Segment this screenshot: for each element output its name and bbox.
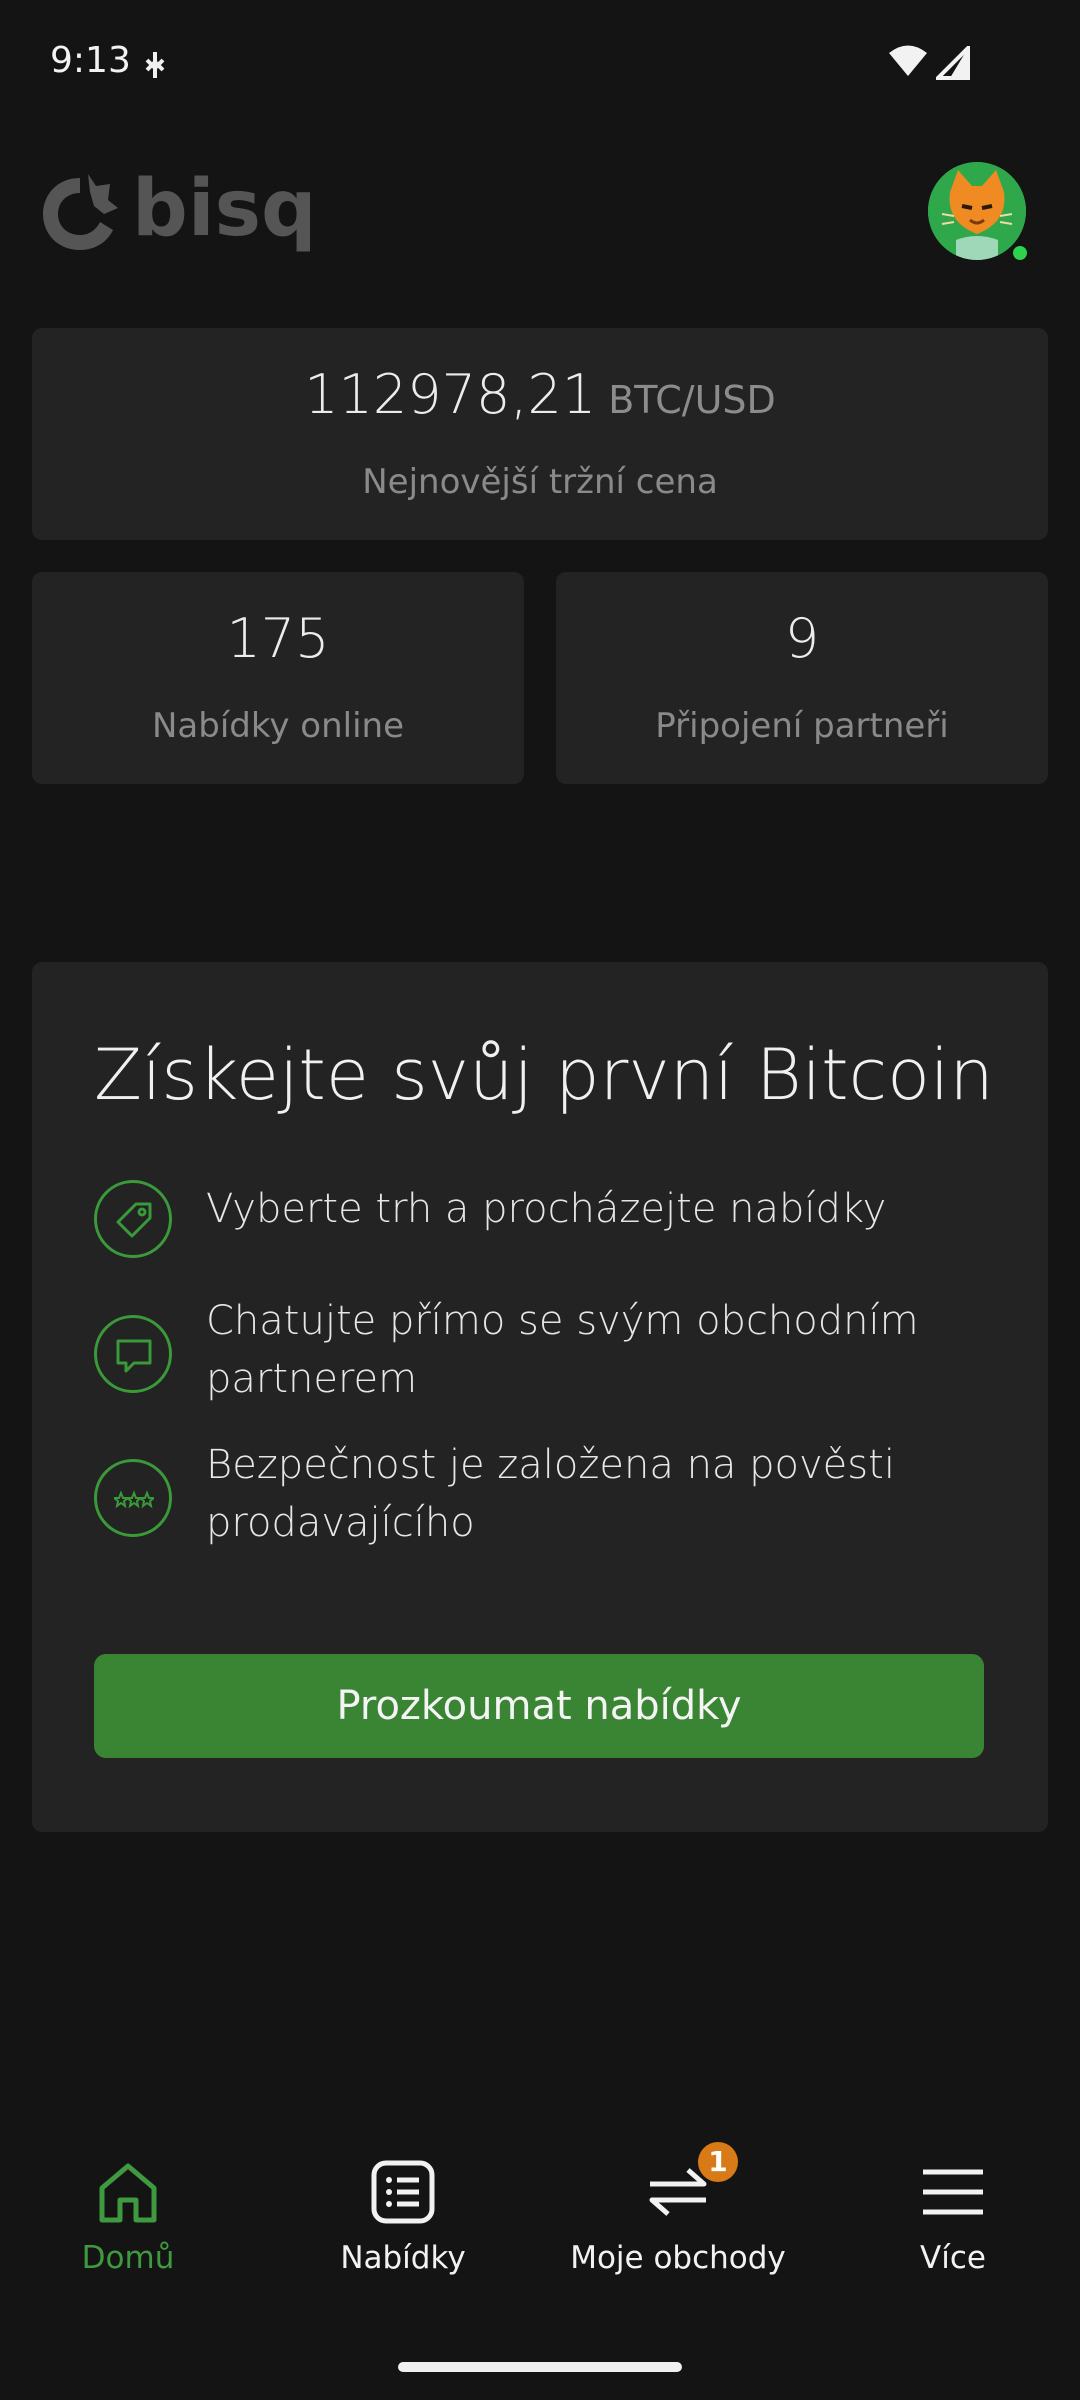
trades-count-badge: 1 bbox=[698, 2142, 738, 2182]
feature-text: Chatujte přímo se svým obchodním partner… bbox=[206, 1298, 919, 1402]
explore-offers-button[interactable]: Prozkoumat nabídky bbox=[94, 1654, 984, 1758]
feature-text: Vyberte trh a procházejte nabídky bbox=[206, 1186, 887, 1232]
signal-icon bbox=[936, 46, 970, 80]
status-bar: 9:13 bbox=[0, 0, 1080, 130]
bisq-logo: bisq bbox=[43, 164, 310, 254]
market-price-caption: Nejnovější tržní cena bbox=[362, 462, 718, 502]
offers-online-label: Nabídky online bbox=[152, 706, 404, 746]
wifi-icon bbox=[889, 45, 927, 76]
avatar[interactable] bbox=[928, 162, 1026, 260]
connected-peers-card: 9 Připojení partneři bbox=[556, 572, 1048, 784]
nav-label-my-trades: Moje obchody bbox=[570, 2240, 786, 2276]
stars-icon bbox=[94, 1459, 172, 1537]
home-indicator[interactable] bbox=[398, 2362, 682, 2372]
connected-peers-label: Připojení partneři bbox=[655, 706, 949, 746]
offers-online-card: 175 Nabídky online bbox=[32, 572, 524, 784]
app-header: bisq bbox=[0, 150, 1080, 280]
cat-avatar-icon bbox=[928, 162, 1026, 260]
market-price-value: 112978,21 bbox=[304, 363, 597, 426]
nav-item-my-trades[interactable]: 1 Moje obchody bbox=[548, 2130, 808, 2280]
svg-text:bisq: bisq bbox=[132, 164, 310, 254]
online-status-dot bbox=[1013, 246, 1027, 260]
promo-title: Získejte svůj první Bitcoin bbox=[94, 1034, 994, 1116]
price-line: 112978,21 BTC/USD bbox=[32, 363, 1048, 426]
menu-icon bbox=[923, 2169, 983, 2215]
connected-peers-value: 9 bbox=[784, 607, 820, 670]
notification-dot-icon bbox=[145, 52, 165, 78]
offers-online-value: 175 bbox=[226, 607, 330, 670]
market-price-card: 112978,21 BTC/USD Nejnovější tržní cena bbox=[32, 328, 1048, 540]
nav-label-offers: Nabídky bbox=[340, 2240, 466, 2276]
chat-icon bbox=[94, 1315, 172, 1393]
market-pair: BTC/USD bbox=[608, 378, 776, 422]
feature-text: Bezpečnost je založena na pověsti prodav… bbox=[206, 1442, 895, 1546]
status-time: 9:13 bbox=[50, 40, 131, 81]
nav-item-offers[interactable]: Nabídky bbox=[273, 2130, 533, 2280]
tag-icon bbox=[94, 1180, 172, 1258]
bottom-nav: Domů Nabídky 1 Moje obchody Více bbox=[0, 2130, 1080, 2300]
nav-label-more: Více bbox=[920, 2240, 986, 2276]
nav-item-more[interactable]: Více bbox=[823, 2130, 1080, 2280]
list-icon bbox=[371, 2160, 435, 2224]
nav-item-home[interactable]: Domů bbox=[0, 2130, 258, 2280]
get-first-bitcoin-card: Získejte svůj první Bitcoin Vyberte trh … bbox=[32, 962, 1048, 1832]
home-icon bbox=[99, 2163, 157, 2223]
nav-label-home: Domů bbox=[81, 2240, 175, 2276]
